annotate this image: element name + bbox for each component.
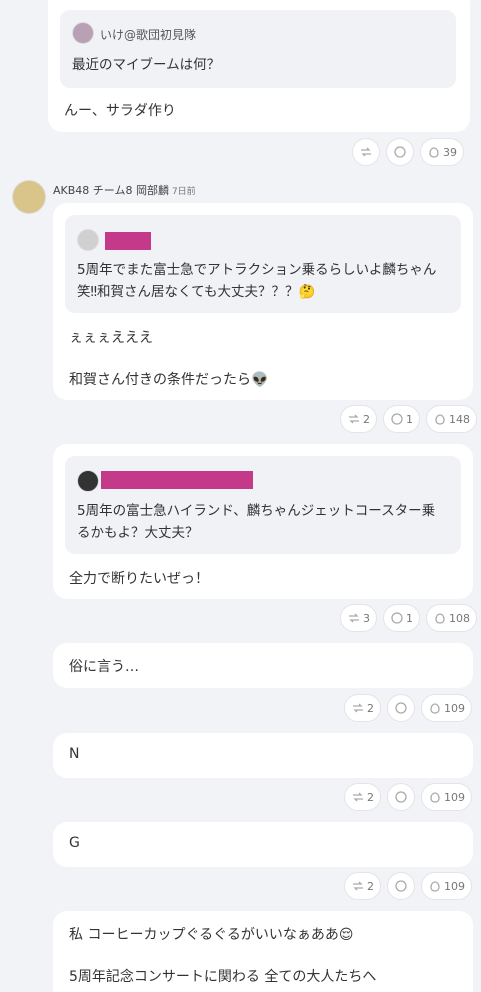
like-count: 39 — [443, 145, 457, 159]
reply-icon — [395, 880, 407, 892]
post-actions-4: 2 109 — [344, 694, 472, 722]
reply-icon — [391, 413, 403, 425]
like-count: 148 — [449, 412, 470, 426]
like-count: 109 — [444, 879, 465, 893]
repost-button[interactable]: 2 — [340, 405, 377, 433]
reply-button[interactable]: 1 — [383, 604, 420, 632]
post-card-5: N — [53, 733, 473, 778]
like-button[interactable]: 39 — [420, 138, 464, 166]
avatar[interactable] — [77, 470, 99, 492]
post-body: N — [69, 746, 80, 762]
reply-icon — [395, 791, 407, 803]
quote-text-line1: 5周年でまた富士急でアトラクション乗るらしいよ麟ちゃん — [77, 262, 437, 278]
reply-icon — [394, 146, 406, 158]
like-count: 109 — [444, 790, 465, 804]
repost-count: 2 — [363, 412, 370, 426]
post-actions-5: 2 109 — [344, 783, 472, 811]
post-body-line2: 和賀さん付きの条件だったら👽 — [69, 372, 269, 388]
like-icon — [430, 703, 440, 714]
reply-button[interactable] — [387, 783, 415, 811]
like-icon — [430, 792, 440, 803]
like-button[interactable]: 148 — [426, 405, 477, 433]
like-icon — [435, 414, 445, 425]
repost-icon — [353, 792, 363, 802]
reply-icon — [391, 612, 403, 624]
repost-count: 2 — [367, 879, 374, 893]
post-card-2: 5周年でまた富士急でアトラクション乗るらしいよ麟ちゃん 笑‼和賀さん居なくても大… — [53, 203, 473, 400]
repost-button[interactable]: 2 — [344, 783, 381, 811]
repost-count: 2 — [367, 701, 374, 715]
repost-button[interactable]: 2 — [344, 872, 381, 900]
post-actions-6: 2 109 — [344, 872, 472, 900]
like-button[interactable]: 109 — [421, 783, 472, 811]
repost-icon — [361, 147, 371, 157]
post-actions-2: 2 1 148 — [340, 405, 477, 433]
quoted-message[interactable]: 5周年の富士急ハイランド、麟ちゃんジェットコースター乗 るかもよ？大丈夫？ — [65, 456, 461, 554]
quoted-message[interactable]: いけ@歌団初見隊 最近のマイブームは何？ — [60, 10, 456, 88]
quote-text-line2: るかもよ？大丈夫？ — [77, 525, 199, 541]
reply-button[interactable] — [387, 694, 415, 722]
like-icon — [435, 613, 445, 624]
post-body-line2: 5周年記念コンサートに関わる 全ての大人たちへ — [69, 969, 377, 985]
repost-icon — [349, 613, 359, 623]
post-body: 俗に言う… — [69, 659, 139, 675]
post-body: 全力で断りたいぜっ！ — [69, 571, 209, 587]
like-icon — [429, 147, 439, 158]
post-card-4: 俗に言う… — [53, 643, 473, 688]
quote-text: 最近のマイブームは何？ — [72, 57, 221, 73]
reply-button[interactable] — [387, 872, 415, 900]
repost-count: 3 — [363, 611, 370, 625]
post-card-6: G — [53, 822, 473, 867]
repost-icon — [353, 703, 363, 713]
reply-count: 1 — [406, 611, 413, 625]
quote-text-line2: 笑‼和賀さん居なくても大丈夫？？？🤔 — [77, 284, 316, 300]
quote-author-name: いけ@歌団初見隊 — [100, 28, 197, 42]
like-icon — [430, 881, 440, 892]
repost-button[interactable]: 3 — [340, 604, 377, 632]
like-count: 108 — [449, 611, 470, 625]
reply-button[interactable] — [386, 138, 414, 166]
repost-button[interactable] — [352, 138, 380, 166]
post-body: んー、サラダ作り — [64, 103, 176, 119]
avatar[interactable] — [77, 229, 99, 251]
quote-text-line1: 5周年の富士急ハイランド、麟ちゃんジェットコースター乗 — [77, 503, 436, 519]
repost-icon — [349, 414, 359, 424]
repost-count: 2 — [367, 790, 374, 804]
post-card-1: いけ@歌団初見隊 最近のマイブームは何？ んー、サラダ作り — [48, 0, 470, 132]
reply-count: 1 — [406, 412, 413, 426]
post-card-3: 5周年の富士急ハイランド、麟ちゃんジェットコースター乗 るかもよ？大丈夫？ 全力… — [53, 444, 473, 599]
repost-button[interactable]: 2 — [344, 694, 381, 722]
like-count: 109 — [444, 701, 465, 715]
like-button[interactable]: 108 — [426, 604, 477, 632]
author-line: AKB48 チーム8 岡部麟 7日前 — [53, 182, 196, 198]
post-actions-3: 3 1 108 — [340, 604, 477, 632]
post-body-line1: ぇぇぇえええ — [69, 330, 153, 346]
author-name[interactable]: AKB48 チーム8 岡部麟 — [53, 184, 169, 197]
author-avatar[interactable] — [12, 180, 46, 214]
post-body-line1: 私 コーヒーカップぐるぐるがいいなぁああ😌 — [69, 927, 354, 943]
post-time: 7日前 — [171, 187, 196, 197]
post-card-7: 私 コーヒーカップぐるぐるがいいなぁああ😌 5周年記念コンサートに関わる 全ての… — [53, 911, 473, 992]
post-body: G — [69, 835, 80, 851]
reply-button[interactable]: 1 — [383, 405, 420, 433]
redacted-name — [105, 232, 151, 250]
like-button[interactable]: 109 — [421, 872, 472, 900]
reply-icon — [395, 702, 407, 714]
avatar[interactable] — [72, 22, 94, 44]
redacted-name — [101, 471, 253, 489]
post-actions-1: 39 — [352, 138, 464, 166]
quoted-message[interactable]: 5周年でまた富士急でアトラクション乗るらしいよ麟ちゃん 笑‼和賀さん居なくても大… — [65, 215, 461, 313]
repost-icon — [353, 881, 363, 891]
like-button[interactable]: 109 — [421, 694, 472, 722]
